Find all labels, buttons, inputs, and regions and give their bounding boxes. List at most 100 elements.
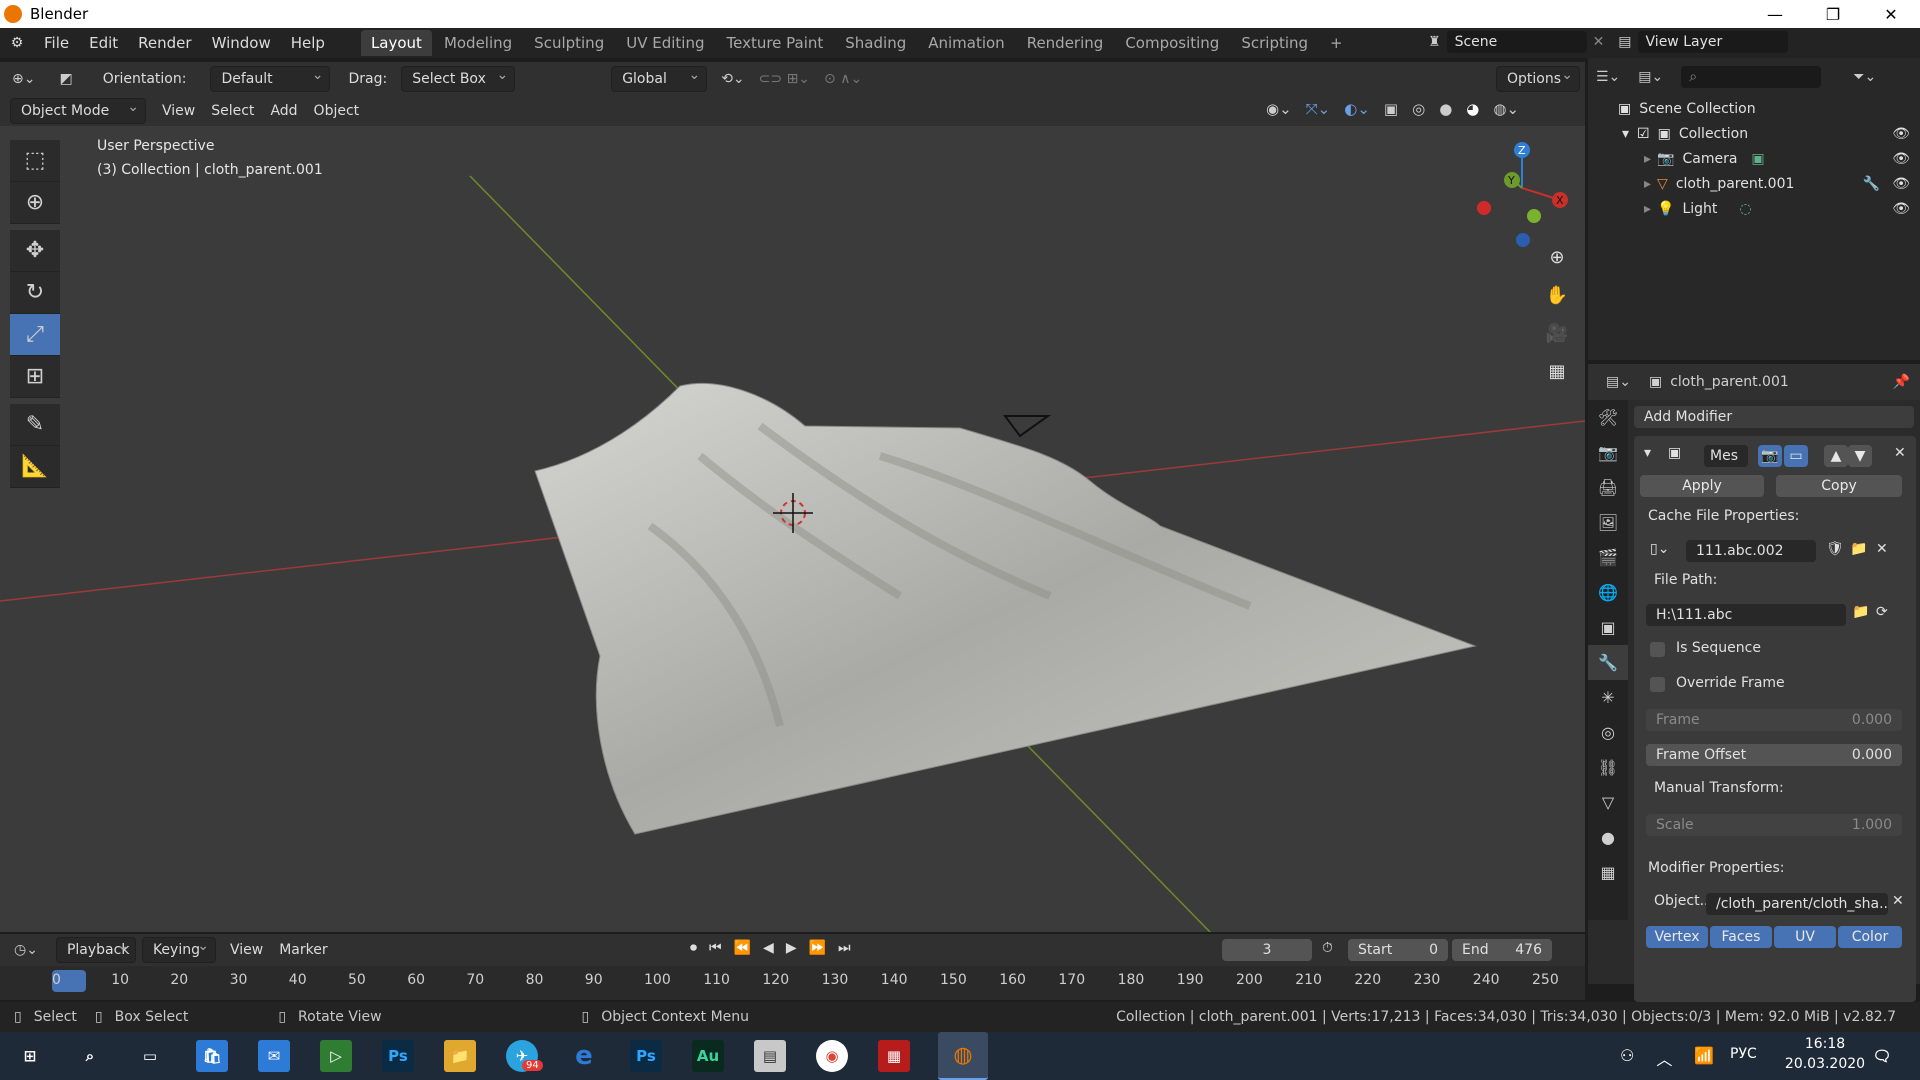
jump-end-icon[interactable]: ⏭: [838, 940, 851, 956]
navigation-gizmo[interactable]: Z X Y: [1470, 140, 1580, 250]
move-tool-icon[interactable]: ✥: [10, 230, 60, 272]
wireframe-shading-icon[interactable]: ◎: [1412, 100, 1425, 118]
view-layer-tab-icon[interactable]: 🖼: [1588, 505, 1628, 540]
measure-tool-icon[interactable]: 📐: [10, 446, 60, 488]
object-tab-icon[interactable]: ▣: [1588, 610, 1628, 645]
modifier-name-input[interactable]: Mes: [1704, 445, 1748, 467]
pan-hand-icon[interactable]: ✋: [1540, 278, 1574, 312]
menu-help[interactable]: Help: [281, 34, 335, 52]
tab-compositing[interactable]: Compositing: [1115, 30, 1229, 56]
timeline-view-menu[interactable]: View: [222, 942, 271, 958]
app-icon[interactable]: ▷: [320, 1040, 352, 1072]
modifier-wrench-icon[interactable]: 🔧: [1863, 176, 1880, 192]
annotate-tool-icon[interactable]: ✎: [10, 404, 60, 446]
scene-close-icon[interactable]: ✕: [1593, 34, 1605, 50]
texture-tab-icon[interactable]: ▦: [1588, 855, 1628, 890]
start-frame-field[interactable]: Start 0: [1348, 939, 1448, 961]
marker-menu[interactable]: Marker: [271, 942, 335, 958]
tab-sculpting[interactable]: Sculpting: [524, 30, 614, 56]
particles-tab-icon[interactable]: ✳: [1588, 680, 1628, 715]
3d-viewport[interactable]: User Perspective (3) Collection | cloth_…: [0, 126, 1585, 932]
constraints-tab-icon[interactable]: ⛓: [1588, 750, 1628, 785]
tab-shading[interactable]: Shading: [835, 30, 916, 56]
play-icon[interactable]: ▶: [786, 940, 797, 956]
outliner-item-cloth[interactable]: ▸ ▽ cloth_parent.001 🔧 👁: [1588, 171, 1920, 196]
timeline-editor-icon[interactable]: ◷⌄: [14, 942, 38, 958]
tab-uv-editing[interactable]: UV Editing: [616, 30, 714, 56]
filter-icon[interactable]: ⏷⌄: [1853, 69, 1876, 85]
reload-icon[interactable]: ⟳: [1876, 604, 1888, 620]
next-keyframe-icon[interactable]: ⏩: [809, 940, 826, 956]
output-tab-icon[interactable]: 🖨: [1588, 470, 1628, 505]
material-shading-icon[interactable]: ◕: [1466, 100, 1479, 118]
fake-user-icon[interactable]: 🛡: [1826, 541, 1844, 557]
menu-file[interactable]: File: [34, 34, 79, 52]
uv-toggle-button[interactable]: UV: [1774, 926, 1836, 948]
minimize-button[interactable]: —: [1746, 0, 1804, 28]
xray-icon[interactable]: ▣: [1384, 100, 1398, 118]
play-reverse-icon[interactable]: ◀: [763, 940, 774, 956]
world-tab-icon[interactable]: 🌐: [1588, 575, 1628, 610]
visibility-icon[interactable]: ◉⌄: [1266, 100, 1292, 118]
select-box-tool-icon[interactable]: ⬚: [10, 140, 60, 182]
audition-icon[interactable]: Au: [692, 1040, 724, 1072]
menu-window[interactable]: Window: [202, 34, 281, 52]
overlay-toggle-icon[interactable]: ◐⌄: [1344, 100, 1370, 118]
modifier-tab-icon[interactable]: 🔧: [1588, 645, 1628, 680]
browse-file-icon[interactable]: 📁: [1852, 604, 1869, 620]
pivot-icon[interactable]: ⟲⌄: [721, 71, 744, 87]
add-modifier-dropdown[interactable]: Add Modifier: [1634, 406, 1914, 428]
keying-menu[interactable]: Keying: [141, 937, 216, 963]
language-indicator[interactable]: РУС: [1730, 1046, 1757, 1062]
gizmo-neg-z-axis[interactable]: [1516, 233, 1530, 247]
mode-dropdown[interactable]: Object Mode: [10, 98, 146, 124]
jump-start-icon[interactable]: ⏮: [709, 940, 722, 956]
close-button[interactable]: ✕: [1862, 0, 1920, 28]
gizmo-toggle-icon[interactable]: ⤧⌄: [1306, 100, 1331, 118]
camera-data-icon[interactable]: ▣: [1751, 151, 1764, 167]
unlink-icon[interactable]: ✕: [1876, 541, 1888, 557]
physics-tab-icon[interactable]: ◎: [1588, 715, 1628, 750]
calendar-app-icon[interactable]: ▦: [878, 1040, 910, 1072]
add-workspace-button[interactable]: +: [1320, 30, 1353, 56]
current-frame-field[interactable]: 3: [1222, 939, 1312, 961]
vertex-toggle-button[interactable]: Vertex: [1646, 926, 1708, 948]
store-icon[interactable]: 🛍: [196, 1040, 228, 1072]
clear-object-path-icon[interactable]: ✕: [1892, 893, 1904, 909]
tab-layout[interactable]: Layout: [360, 30, 432, 56]
blender-taskbar-icon[interactable]: ◍: [938, 1032, 988, 1080]
transform-tool-icon[interactable]: ⊞: [10, 356, 60, 398]
tool-settings-icon[interactable]: ◩: [59, 71, 72, 87]
menu-add[interactable]: Add: [262, 103, 305, 119]
is-sequence-checkbox[interactable]: [1650, 642, 1665, 657]
expand-icon[interactable]: ▾: [1622, 126, 1629, 142]
gizmo-neg-y-axis[interactable]: [1527, 209, 1541, 223]
cache-file-selector[interactable]: 111.abc.002: [1686, 540, 1816, 562]
menu-view[interactable]: View: [154, 103, 203, 119]
scene-tab-icon[interactable]: 🎬: [1588, 540, 1628, 575]
tab-modeling[interactable]: Modeling: [434, 30, 522, 56]
mail-icon[interactable]: ✉: [258, 1040, 290, 1072]
display-mode-icon[interactable]: ▤⌄: [1638, 69, 1663, 85]
render-toggle-icon[interactable]: 📷: [1758, 445, 1782, 467]
collection-row[interactable]: ▾ ☑ ▣ Collection 👁: [1588, 121, 1920, 146]
file-explorer-icon[interactable]: 📁: [444, 1040, 476, 1072]
pin-icon[interactable]: 📌: [1893, 374, 1910, 390]
options-dropdown[interactable]: Options: [1496, 66, 1580, 92]
file-path-input[interactable]: H:\111.abc: [1646, 604, 1846, 626]
end-frame-field[interactable]: End 476: [1452, 939, 1552, 961]
scene-collection-row[interactable]: ▣ Scene Collection: [1588, 96, 1920, 121]
faces-toggle-button[interactable]: Faces: [1710, 926, 1772, 948]
color-toggle-button[interactable]: Color: [1838, 926, 1902, 948]
copy-button[interactable]: Copy: [1776, 475, 1902, 497]
material-tab-icon[interactable]: ●: [1588, 820, 1628, 855]
menu-edit[interactable]: Edit: [79, 34, 128, 52]
object-path-input[interactable]: /cloth_parent/cloth_sha..: [1706, 893, 1888, 915]
cache-file-icon[interactable]: ▯⌄: [1650, 541, 1669, 557]
timeline-ruler[interactable]: 0 10 20 30 40 50 60 70 80 90 100 110 120 130 140 150 160…: [0, 966, 1585, 1000]
editor-type-icon[interactable]: ⊕⌄: [12, 71, 35, 87]
menu-render[interactable]: Render: [128, 34, 201, 52]
outliner-editor-icon[interactable]: ☰⌄: [1596, 69, 1620, 85]
menu-select[interactable]: Select: [203, 103, 262, 119]
photoshop-icon[interactable]: Ps: [382, 1040, 414, 1072]
